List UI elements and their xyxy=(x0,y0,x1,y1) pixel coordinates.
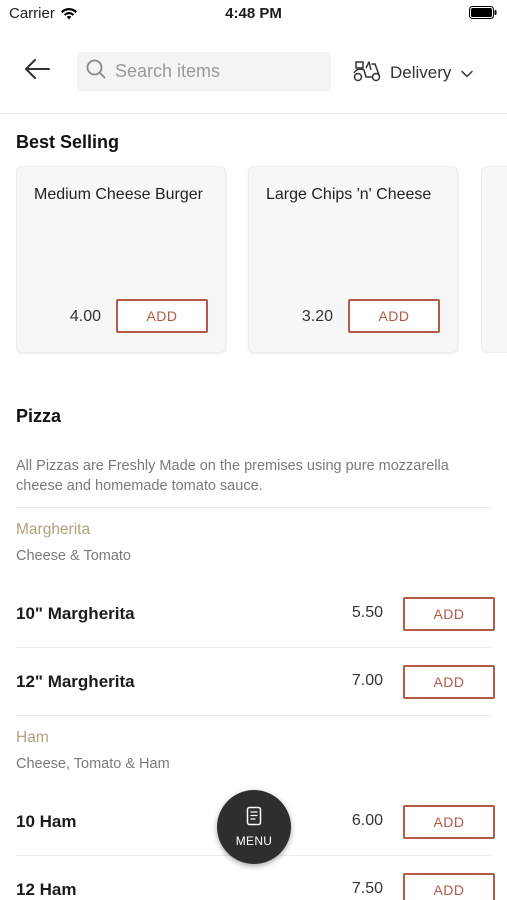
item-name: 12 Ham xyxy=(16,880,77,899)
product-card[interactable]: Medium Cheese Burger 4.00 ADD xyxy=(16,166,226,353)
item-price: 5.50 xyxy=(351,604,383,621)
item-price: 6.00 xyxy=(351,812,383,829)
add-button[interactable]: ADD xyxy=(403,665,495,699)
best-selling-title: Best Selling xyxy=(16,132,120,152)
search-icon xyxy=(86,59,106,84)
item-name: 10 Ham xyxy=(16,812,77,831)
product-name: Large Chips 'n' Cheese xyxy=(266,186,432,203)
add-button[interactable]: ADD xyxy=(348,299,440,333)
pizza-section-description: All Pizzas are Freshly Made on the premi… xyxy=(16,458,449,494)
item-price: 7.50 xyxy=(351,880,383,897)
item-name: 10" Margherita xyxy=(16,604,135,623)
divider xyxy=(16,507,491,508)
menu-item-row: 10" Margherita 5.50 ADD xyxy=(0,597,507,633)
arrow-left-icon xyxy=(24,58,50,84)
add-button[interactable]: ADD xyxy=(403,805,495,839)
delivery-mode-selector[interactable]: Delivery xyxy=(352,58,474,88)
group-description: Cheese, Tomato & Ham xyxy=(16,756,170,772)
status-bar: Carrier 4:48 PM xyxy=(0,0,507,28)
group-title-margherita: Margherita xyxy=(16,521,91,538)
product-card[interactable]: Large Chips 'n' Cheese 3.20 ADD xyxy=(248,166,458,353)
menu-book-icon xyxy=(246,806,262,831)
next-card-peek[interactable] xyxy=(481,166,507,353)
divider xyxy=(16,715,491,716)
scooter-icon xyxy=(352,60,382,87)
group-description: Cheese & Tomato xyxy=(16,548,131,564)
delivery-label: Delivery xyxy=(390,63,452,82)
best-selling-carousel[interactable]: Medium Cheese Burger 4.00 ADD Large Chip… xyxy=(16,166,507,356)
product-price: 4.00 xyxy=(69,308,101,325)
menu-button[interactable]: MENU xyxy=(217,790,291,864)
group-title-ham: Ham xyxy=(16,729,49,746)
chevron-down-icon xyxy=(461,63,474,83)
divider xyxy=(16,647,491,648)
menu-button-label: MENU xyxy=(235,834,273,848)
pizza-section-title: Pizza xyxy=(16,406,62,426)
add-button[interactable]: ADD xyxy=(403,597,495,631)
back-button[interactable] xyxy=(20,56,54,86)
status-time: 4:48 PM xyxy=(225,5,282,22)
add-button[interactable]: ADD xyxy=(403,873,495,900)
search-input[interactable] xyxy=(115,61,315,82)
item-name: 12" Margherita xyxy=(16,672,135,691)
menu-item-row: 12 Ham 7.50 ADD xyxy=(0,873,507,900)
search-box[interactable] xyxy=(77,52,331,91)
product-price: 3.20 xyxy=(301,308,333,325)
battery-icon xyxy=(469,6,497,24)
item-price: 7.00 xyxy=(351,672,383,689)
header-bar: Delivery xyxy=(0,28,507,114)
product-name: Medium Cheese Burger xyxy=(34,186,203,203)
add-button[interactable]: ADD xyxy=(116,299,208,333)
menu-item-row: 12" Margherita 7.00 ADD xyxy=(0,665,507,701)
